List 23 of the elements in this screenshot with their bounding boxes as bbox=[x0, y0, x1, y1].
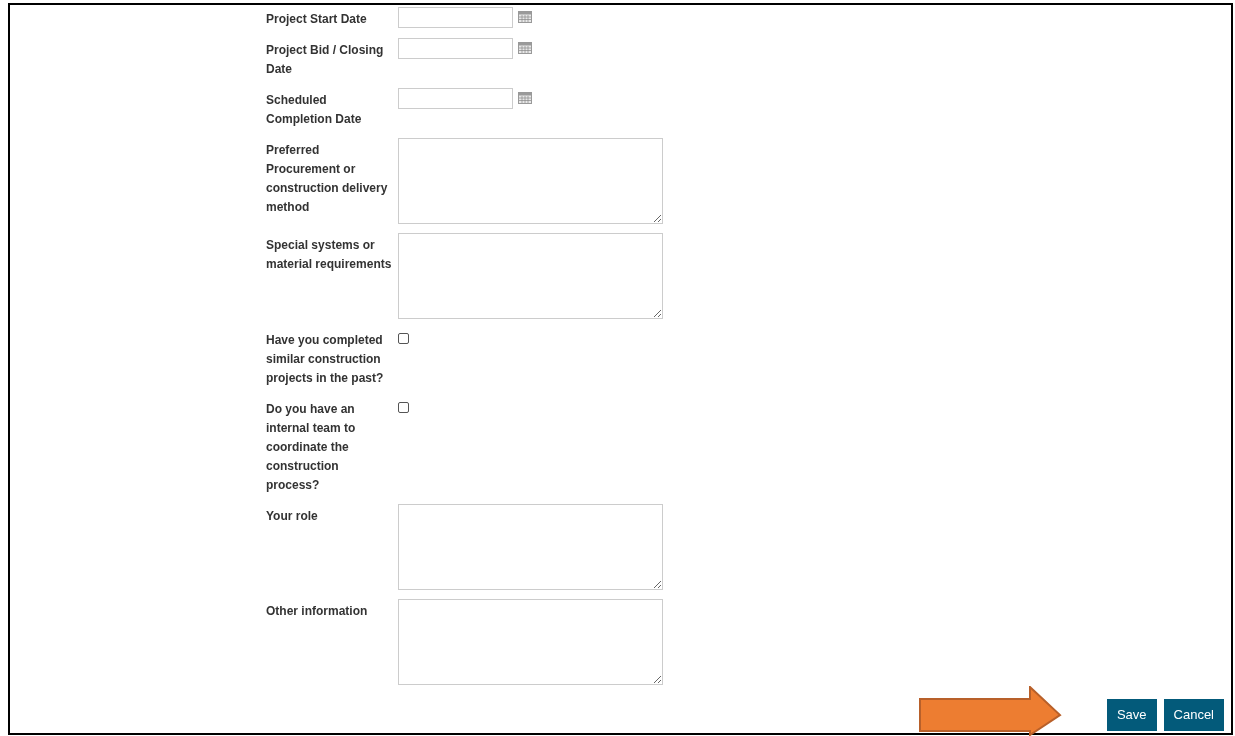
field-label: Project Bid / Closing Date bbox=[266, 42, 385, 78]
text-area[interactable] bbox=[398, 504, 663, 590]
checkbox[interactable] bbox=[398, 333, 409, 344]
text-area[interactable] bbox=[398, 233, 663, 319]
field-label: Other information bbox=[266, 603, 369, 620]
field-label: Special systems or material requirements bbox=[266, 237, 393, 273]
calendar-icon[interactable] bbox=[518, 11, 532, 23]
field-label: Do you have an internal team to coordinate the construction process? bbox=[266, 401, 357, 494]
date-field[interactable] bbox=[398, 88, 513, 109]
text-area[interactable] bbox=[398, 599, 663, 685]
field-label: Your role bbox=[266, 508, 319, 525]
field-label: Have you completed similar construction projects in the past? bbox=[266, 332, 385, 387]
form-button[interactable]: Save bbox=[1106, 699, 1157, 731]
date-field[interactable] bbox=[398, 7, 513, 28]
calendar-icon[interactable] bbox=[518, 92, 532, 104]
field-label: Scheduled Completion Date bbox=[266, 92, 363, 128]
text-area[interactable] bbox=[398, 138, 663, 224]
calendar-icon[interactable] bbox=[518, 42, 532, 54]
field-label: Preferred Procurement or construction delivery method bbox=[266, 142, 389, 216]
date-field[interactable] bbox=[398, 38, 513, 59]
checkbox[interactable] bbox=[398, 402, 409, 413]
field-label: Project Start Date bbox=[266, 11, 368, 28]
form-button[interactable]: Cancel bbox=[1163, 699, 1224, 731]
